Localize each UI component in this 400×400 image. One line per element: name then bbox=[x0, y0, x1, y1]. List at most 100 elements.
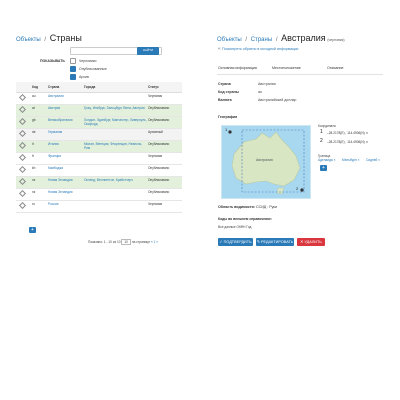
cell-status: Опубликовано bbox=[148, 118, 170, 122]
filter-checkbox-archive[interactable] bbox=[70, 74, 76, 80]
cell-code: kh bbox=[32, 166, 36, 170]
breadcrumb-link-objects[interactable]: Объекты bbox=[217, 37, 242, 43]
cell-cities[interactable] bbox=[84, 129, 148, 131]
info-link[interactable]: ⇱ Посмотреть обратно в исходной информац… bbox=[218, 47, 298, 51]
search-button[interactable]: НАЙТИ bbox=[137, 47, 159, 55]
edit-icon[interactable] bbox=[18, 153, 27, 162]
cell-country-link[interactable]: Италия bbox=[48, 141, 59, 147]
border-item-sydney[interactable]: Сидней × bbox=[366, 158, 380, 162]
cell-country-link[interactable]: Франция bbox=[48, 153, 61, 159]
detail-title: Австралия bbox=[281, 33, 326, 43]
filter-checkbox-published[interactable] bbox=[70, 66, 76, 72]
table-row[interactable]: at Австрия Грац, Инсбрук, Зальцбург, Вена,… bbox=[16, 105, 182, 117]
border-item-adelaide[interactable]: Аделаида × bbox=[318, 158, 335, 162]
field-value-country: Австралия bbox=[258, 82, 276, 86]
info-link-text[interactable]: Посмотреть обратно в исходной информации bbox=[222, 47, 298, 51]
status-note: (черновик) bbox=[327, 38, 345, 42]
coord-value-1[interactable]: –28.2178(E) , 114.4906(N) ✕ bbox=[327, 131, 368, 135]
edit-icon[interactable] bbox=[18, 141, 27, 150]
field-key-country: Страна bbox=[218, 82, 231, 86]
table-row[interactable]: ru Россия Черновик bbox=[16, 201, 182, 213]
pagination-next[interactable]: » bbox=[156, 240, 158, 244]
table-row[interactable]: au Австралия Черновик bbox=[16, 93, 182, 105]
cell-cities[interactable] bbox=[84, 153, 148, 155]
table-row[interactable]: kh Камбоджа Опубликовано bbox=[16, 165, 182, 177]
countries-table: Код Страна Города Статус au Австралия Черн… bbox=[16, 82, 182, 213]
cell-cities[interactable] bbox=[84, 93, 148, 95]
cell-country-link[interactable]: Россия bbox=[48, 201, 58, 207]
cell-code: nz bbox=[32, 190, 36, 194]
add-border-button[interactable]: + bbox=[320, 165, 327, 171]
cell-country-link[interactable]: Австрия bbox=[48, 105, 60, 111]
cell-code: au bbox=[32, 94, 36, 98]
breadcrumb-separator: / bbox=[275, 37, 278, 43]
coord-value-2[interactable]: –28.2178(E) , 114.4906(N) ✕ bbox=[327, 140, 368, 144]
table-row[interactable]: gb Великобритания Лондон, Эдинбург, Манчес… bbox=[16, 117, 182, 129]
edit-icon[interactable] bbox=[18, 177, 27, 186]
cell-cities[interactable]: Милан, Венеция, Флоренция, Неаполь, Рим bbox=[84, 141, 148, 150]
visibility-label: Область видимости: bbox=[218, 205, 256, 209]
map[interactable]: 1 2 Австралия bbox=[221, 125, 311, 199]
edit-icon[interactable] bbox=[18, 129, 27, 138]
cell-code: gb bbox=[32, 118, 36, 122]
visibility-row: Область видимости: ССИД : Руки bbox=[218, 205, 277, 209]
cell-country-link[interactable]: Камбоджа bbox=[48, 165, 63, 171]
cell-cities[interactable] bbox=[84, 189, 148, 191]
border-item-melbourne[interactable]: Мельбурн × bbox=[342, 158, 359, 162]
edit-icon[interactable] bbox=[18, 165, 27, 174]
edit-button[interactable]: ✎ РЕДАКТИРОВАТЬ bbox=[256, 238, 294, 246]
table-row[interactable]: nz Новая Зеландия Опубликовано bbox=[16, 189, 182, 201]
filter-checkbox-drafts[interactable] bbox=[70, 58, 76, 64]
add-country-button[interactable]: + bbox=[29, 227, 36, 233]
cell-cities[interactable]: Лондон, Эдинбург, Манчестер, Ливерпуль, … bbox=[84, 117, 148, 126]
external-link-icon: ⇱ bbox=[218, 47, 222, 51]
cell-country-link[interactable]: Австралия bbox=[48, 93, 64, 99]
table-row[interactable]: nz Новая Зеландия Окленд, Веллингтон, Край… bbox=[16, 177, 182, 189]
tab-main-info[interactable]: Основная информация bbox=[218, 66, 257, 70]
per-page-label: на странице bbox=[131, 240, 150, 244]
tab-description[interactable]: Описание bbox=[327, 66, 344, 70]
table-row[interactable]: fr Франция Черновик bbox=[16, 153, 182, 165]
field-value-code: au bbox=[258, 90, 262, 94]
col-header-status: Статус bbox=[148, 85, 159, 89]
table-header: Код Страна Города Статус bbox=[16, 82, 182, 93]
cell-cities[interactable] bbox=[84, 165, 148, 167]
cell-code: nz bbox=[32, 178, 36, 182]
edit-icon[interactable] bbox=[18, 201, 27, 210]
filter-label-archive: Архив bbox=[79, 75, 89, 79]
delete-button[interactable]: ✕ УДАЛИТЬ bbox=[297, 238, 325, 246]
col-header-code: Код bbox=[32, 85, 38, 89]
map-marker-2[interactable] bbox=[300, 188, 304, 192]
cell-cities[interactable] bbox=[84, 201, 148, 203]
map-marker-1[interactable] bbox=[228, 130, 232, 134]
table-row[interactable]: it Италия Милан, Венеция, Флоренция, Неапо… bbox=[16, 141, 182, 153]
tab-divider bbox=[217, 74, 383, 75]
breadcrumb-link-objects[interactable]: Объекты bbox=[16, 37, 41, 43]
cell-country-link[interactable]: Новая Зеландия bbox=[48, 177, 72, 183]
pagination-prev[interactable]: « bbox=[151, 240, 153, 244]
cell-code: de bbox=[32, 130, 36, 134]
map-country-label: Австралия bbox=[256, 158, 273, 162]
coords-label: Координаты bbox=[318, 124, 336, 128]
cell-country-link[interactable]: Великобритания bbox=[48, 117, 72, 123]
table-row[interactable]: de Германия Архивный bbox=[16, 129, 182, 141]
edit-icon[interactable] bbox=[18, 189, 27, 198]
edit-icon[interactable] bbox=[18, 105, 27, 114]
breadcrumb-link-countries[interactable]: Страны bbox=[251, 37, 272, 43]
breadcrumb: Объекты / Страны bbox=[16, 33, 82, 43]
edit-icon[interactable] bbox=[18, 93, 27, 102]
tab-location[interactable]: Местоположение bbox=[272, 66, 301, 70]
coord-index-2: 2 bbox=[320, 138, 323, 144]
cell-status: Черновик bbox=[148, 94, 163, 98]
geography-label: География bbox=[218, 115, 238, 119]
cell-cities[interactable]: Грац, Инсбрук, Зальцбург, Вена, Австрия bbox=[84, 105, 148, 111]
cell-cities[interactable]: Окленд, Веллингтон, Крайстчерч bbox=[84, 177, 148, 183]
per-page-select[interactable]: 10 bbox=[121, 239, 131, 245]
page-title: Страны bbox=[49, 33, 82, 43]
cell-country-link[interactable]: Германия bbox=[48, 129, 62, 135]
cell-status: Архивный bbox=[148, 130, 163, 134]
cell-country-link[interactable]: Новая Зеландия bbox=[48, 189, 72, 195]
confirm-button[interactable]: ✓ ПОДТВЕРДИТЬ bbox=[218, 238, 253, 246]
check-icon: ✓ bbox=[219, 240, 223, 244]
edit-icon[interactable] bbox=[18, 117, 27, 126]
